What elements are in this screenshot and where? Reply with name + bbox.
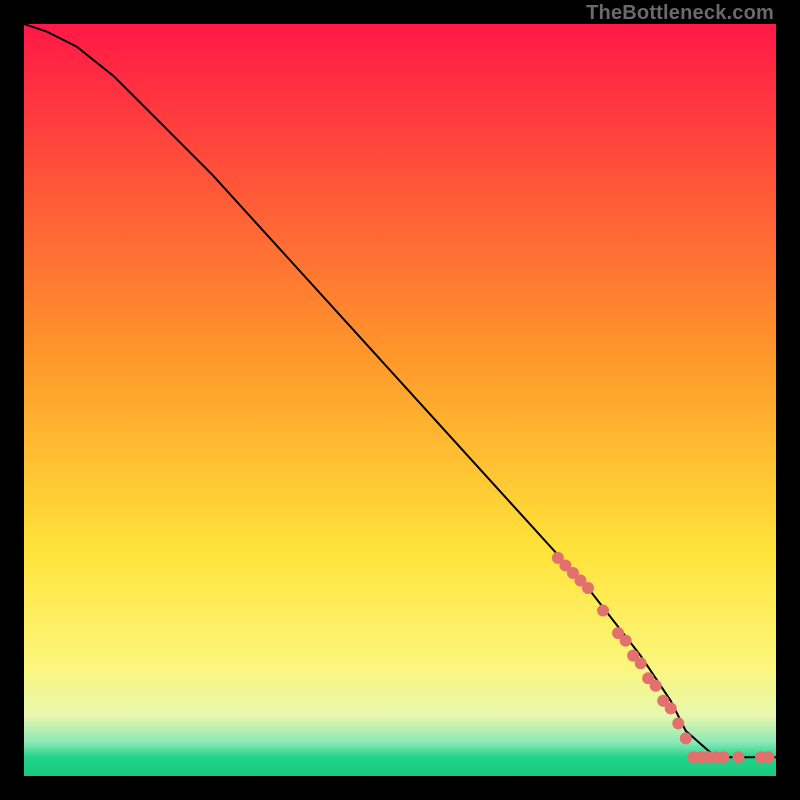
data-marker bbox=[635, 657, 647, 669]
data-marker bbox=[672, 717, 684, 729]
data-marker bbox=[665, 702, 677, 714]
chart-stage: TheBottleneck.com bbox=[0, 0, 800, 800]
main-curve bbox=[24, 24, 776, 757]
marker-group bbox=[552, 552, 775, 763]
curve-layer bbox=[24, 24, 776, 776]
data-marker bbox=[582, 582, 594, 594]
data-marker bbox=[732, 751, 744, 763]
watermark-text: TheBottleneck.com bbox=[586, 2, 774, 25]
data-marker bbox=[762, 751, 774, 763]
data-marker bbox=[597, 605, 609, 617]
data-marker bbox=[650, 680, 662, 692]
data-marker bbox=[717, 751, 729, 763]
data-marker bbox=[620, 635, 632, 647]
data-marker bbox=[680, 732, 692, 744]
plot-area bbox=[24, 24, 776, 776]
